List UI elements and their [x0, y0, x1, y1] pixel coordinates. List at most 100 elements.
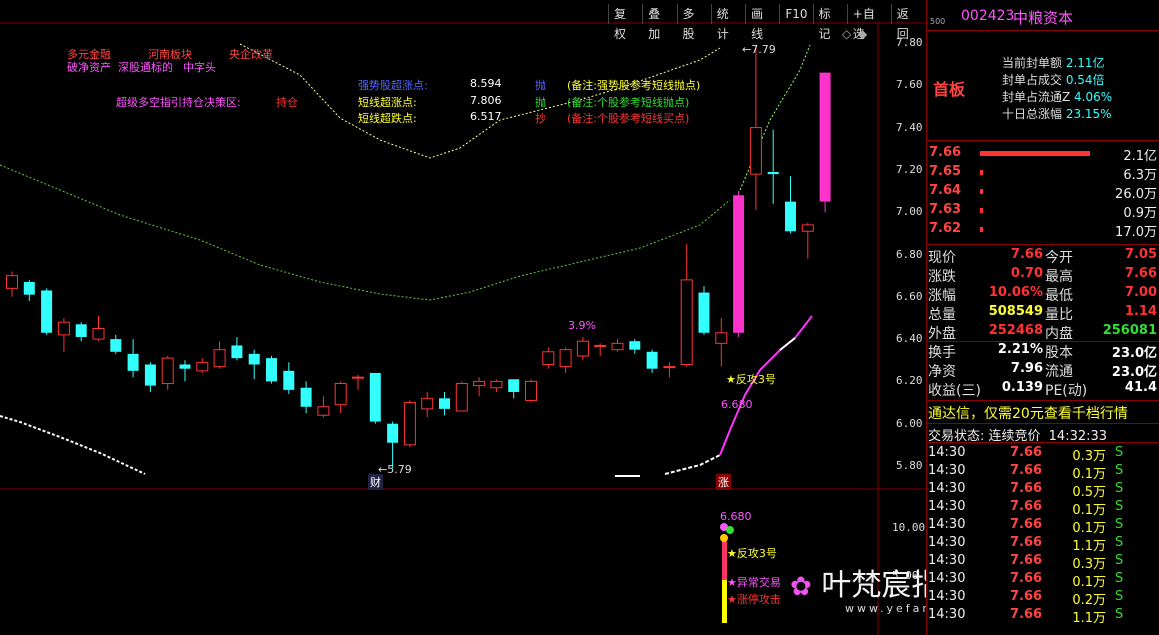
quote-label: 外盘	[928, 326, 956, 342]
quote-value: 2.21%	[997, 342, 1043, 357]
y-tick-label: 6.40	[896, 332, 923, 346]
divider	[926, 442, 1159, 443]
high-price-label: ←7.79	[742, 43, 776, 56]
tick-side: S	[1115, 571, 1124, 586]
candle-body	[23, 281, 35, 295]
candle-body	[334, 383, 347, 406]
toolbar-button-3[interactable]: 统计	[710, 4, 745, 41]
value-6680-label: 6.680	[721, 398, 753, 411]
limit-value: 23.15%	[1062, 107, 1112, 121]
tick-volume: 0.2万	[1072, 593, 1106, 608]
limit-info-row: 封单占成交 0.54倍	[1002, 71, 1105, 88]
tick-side: S	[1115, 481, 1124, 496]
toolbar-button-0[interactable]: 复权	[608, 4, 642, 41]
tick-time: 14:30	[928, 553, 966, 568]
toolbar-button-4[interactable]: 画线	[745, 4, 779, 41]
candle-body	[283, 370, 295, 390]
candle-body	[144, 364, 156, 386]
arrow-icon: ←	[742, 43, 752, 56]
order-volume: 26.0万	[1115, 187, 1157, 202]
small-num: 500	[930, 17, 946, 26]
tick-price: 7.66	[1010, 517, 1043, 532]
quote-label: 换手	[928, 345, 956, 361]
tick-volume: 0.1万	[1072, 503, 1106, 518]
candle-body	[196, 361, 209, 372]
candle-body	[266, 358, 277, 382]
toolbar-button-1[interactable]: 叠加	[642, 4, 676, 41]
toolbar-button-8[interactable]: 返回	[890, 4, 925, 41]
y-tick-label: 7.60	[896, 78, 923, 92]
signal-1-action: 抛	[535, 79, 546, 92]
quote-label: 最低	[1045, 288, 1073, 304]
quote-value: 10.06%	[988, 285, 1043, 300]
tick-side: S	[1115, 463, 1124, 478]
tick-volume: 0.1万	[1072, 521, 1106, 536]
zhang-badge: 涨	[716, 474, 731, 490]
candle-body	[594, 344, 607, 347]
signal-2-action: 抛	[535, 96, 546, 109]
lower-6680-label: 6.680	[720, 510, 752, 523]
lower-dot	[720, 534, 728, 542]
divider	[926, 140, 1159, 141]
order-price: 7.65	[929, 164, 962, 179]
candle-body	[317, 406, 330, 416]
signal-3-name: 短线超跌点:	[358, 112, 417, 125]
quote-label: 涨跌	[928, 269, 956, 285]
candle-body	[57, 321, 70, 336]
order-price: 7.64	[929, 183, 962, 198]
order-price: 7.62	[929, 221, 962, 236]
tick-price: 7.66	[1010, 463, 1043, 478]
limit-label: 当前封单额	[1002, 56, 1063, 70]
lower-dot	[726, 526, 734, 534]
kline-chart-area[interactable]: 复权 叠加 多股 统计 画线 F10 标记 +自选 返回 7.80 7.60 7.40 7.20 7.0…	[0, 0, 925, 635]
toolbar-button-6[interactable]: 标记	[812, 4, 847, 41]
signal-2-value: 7.806	[470, 94, 502, 107]
tick-side: S	[1115, 589, 1124, 604]
candle-body	[629, 341, 641, 350]
candle-body	[41, 290, 53, 333]
quote-value: 7.66	[1010, 247, 1043, 262]
divider	[926, 30, 1159, 31]
candle-body	[231, 345, 243, 359]
candle-body	[75, 324, 87, 337]
order-volume-bar	[980, 170, 983, 175]
order-volume-bar	[980, 189, 983, 194]
tick-price: 7.66	[1010, 571, 1043, 586]
chart-toolbar: 复权 叠加 多股 统计 画线 F10 标记 +自选 返回	[608, 4, 925, 41]
tag-4: 破净资产	[67, 61, 111, 74]
quote-label: 最高	[1045, 269, 1073, 285]
candle-body	[213, 349, 226, 368]
candle-body	[785, 201, 796, 232]
upper-band-line	[239, 43, 811, 191]
quote-value: 7.00	[1124, 285, 1157, 300]
tick-time: 14:30	[928, 517, 966, 532]
quote-value: 508549	[988, 304, 1043, 319]
signal-3-value: 6.517	[470, 110, 502, 123]
signal-1-name: 强势股超涨点:	[358, 79, 428, 92]
toolbar-button-7[interactable]: +自选	[846, 4, 891, 41]
divider	[926, 400, 1159, 401]
tick-time: 14:30	[928, 607, 966, 622]
candle-body	[369, 372, 381, 422]
promo-link[interactable]: 通达信，仅需20元查看千档行情	[928, 403, 1128, 423]
quote-value: 7.96	[1010, 361, 1043, 376]
strategy-value: 持仓	[276, 96, 298, 109]
candle-body	[439, 398, 450, 409]
order-price: 7.66	[929, 145, 962, 160]
toolbar-button-5[interactable]: F10	[779, 4, 812, 24]
limit-value: 2.11亿	[1062, 56, 1105, 70]
signal-2-note: (备注:个股参考短线抛点)	[567, 96, 690, 109]
stock-code: 002423	[961, 8, 1015, 24]
star-icon: ★	[727, 593, 737, 606]
diamond-filled-icon[interactable]: ◆	[858, 27, 867, 41]
quote-label: PE(动)	[1045, 383, 1088, 399]
lower-indicator-panel	[720, 523, 734, 623]
diamond-icon[interactable]: ◇	[842, 27, 851, 41]
toolbar-button-2[interactable]: 多股	[676, 4, 711, 41]
order-price: 7.63	[929, 202, 962, 217]
tag-6: 中字头	[183, 61, 216, 74]
middle-band-path	[0, 164, 731, 301]
tick-side: S	[1115, 553, 1124, 568]
quote-value: 256081	[1102, 323, 1157, 338]
y-tick-label: 6.00	[896, 416, 923, 430]
